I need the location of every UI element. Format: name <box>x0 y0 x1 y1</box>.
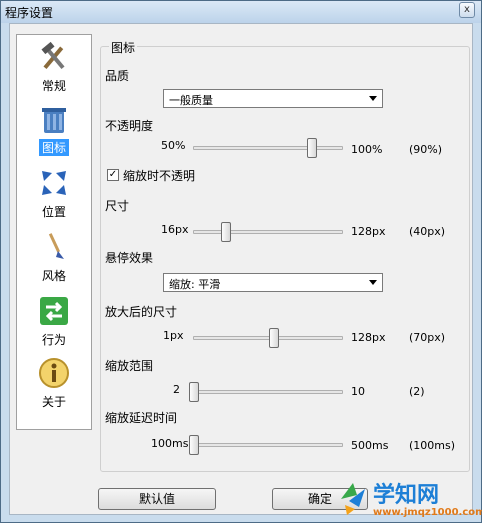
quality-select-value: 一般质量 <box>169 94 213 107</box>
zoom-delay-label: 缩放延迟时间 <box>105 411 178 425</box>
exchange-arrows-icon <box>40 297 68 325</box>
watermark-url: www.jmqz1000.com <box>373 507 482 518</box>
paintbrush-icon <box>48 233 64 259</box>
zoom-opaque-checkbox[interactable]: ✓ <box>107 169 119 181</box>
sidebar-item-style[interactable]: 风格 <box>17 231 91 291</box>
zoomed-size-slider[interactable] <box>193 328 343 348</box>
zoomed-size-label: 放大后的尺寸 <box>105 305 178 319</box>
quality-label: 品质 <box>105 69 130 83</box>
group-title: 图标 <box>109 39 138 56</box>
sidebar-item-general[interactable]: 常规 <box>17 41 91 101</box>
hover-effect-select-value: 缩放: 平滑 <box>169 278 221 291</box>
size-label: 尺寸 <box>105 199 130 213</box>
zoomed-size-slider-thumb[interactable] <box>269 328 280 348</box>
opacity-min-label: 50% <box>161 139 186 152</box>
zoom-delay-slider-thumb[interactable] <box>189 435 199 455</box>
watermark-logo-icon <box>341 483 365 515</box>
hover-effect-label: 悬停效果 <box>105 251 154 265</box>
zoom-delay-min-label: 100ms <box>151 437 189 450</box>
size-min-label: 16px <box>161 223 189 236</box>
zoom-range-slider[interactable] <box>189 382 343 402</box>
opacity-value: (90%) <box>409 143 443 156</box>
window-title: 程序设置 <box>5 6 54 20</box>
hover-effect-select[interactable]: 缩放: 平滑 <box>163 273 383 292</box>
sidebar-item-label: 风格 <box>41 269 66 283</box>
zoom-range-label: 缩放范围 <box>105 359 154 373</box>
icon-settings-group: 图标 品质 一般质量 不透明度 50% 100% (90%) ✓ 缩放时不透明 … <box>100 39 470 472</box>
zoom-range-slider-thumb[interactable] <box>189 382 199 402</box>
zoom-delay-value: (100ms) <box>409 439 456 452</box>
sidebar-item-label: 行为 <box>41 333 66 347</box>
zoom-delay-slider[interactable] <box>189 435 343 455</box>
opacity-slider-thumb[interactable] <box>307 138 318 158</box>
watermark-title: 学知网 <box>373 483 440 508</box>
size-slider-thumb[interactable] <box>220 222 231 242</box>
sidebar-item-behavior[interactable]: 行为 <box>17 295 91 355</box>
zoomed-size-value: (70px) <box>409 331 446 344</box>
sidebar-item-label: 常规 <box>41 79 66 93</box>
close-button[interactable]: x <box>459 2 475 18</box>
opacity-max-label: 100% <box>351 143 383 156</box>
sidebar-item-label: 位置 <box>41 205 66 219</box>
sidebar-item-position[interactable]: 位置 <box>17 167 91 227</box>
opacity-label: 不透明度 <box>105 119 154 133</box>
zoom-range-max-label: 10 <box>351 385 365 398</box>
zoom-opaque-label[interactable]: 缩放时不透明 <box>123 167 195 184</box>
quality-select[interactable]: 一般质量 <box>163 89 383 108</box>
recycle-bin-icon <box>42 108 66 133</box>
zoom-range-value: (2) <box>409 385 425 398</box>
title-bar[interactable]: 程序设置 x <box>1 1 481 23</box>
default-button[interactable]: 默认值 <box>98 488 216 510</box>
zoom-delay-max-label: 500ms <box>351 439 389 452</box>
sidebar-item-label: 图标 <box>39 139 69 156</box>
dropdown-arrow-icon <box>369 96 377 101</box>
move-arrows-icon <box>42 171 66 195</box>
size-value: (40px) <box>409 225 446 238</box>
sidebar-item-about[interactable]: 关于 <box>17 357 91 417</box>
size-max-label: 128px <box>351 225 386 238</box>
client-area: 常规 图标 位置 风格 行为 关于 图标 品质 一般质量 不透明度 50% 10… <box>9 23 473 515</box>
site-watermark: 学知网 www.jmqz1000.com <box>333 473 482 524</box>
info-icon <box>39 358 69 388</box>
zoomed-size-max-label: 128px <box>351 331 386 344</box>
tools-icon <box>41 41 65 70</box>
sidebar-item-label: 关于 <box>41 395 66 409</box>
size-slider[interactable] <box>193 222 343 242</box>
settings-window: 程序设置 x 常规 图标 位置 风格 行为 关于 图标 品质 一般质量 不透明度… <box>0 0 482 523</box>
sidebar-item-icon[interactable]: 图标 <box>17 103 91 163</box>
dropdown-arrow-icon <box>369 280 377 285</box>
category-sidebar: 常规 图标 位置 风格 行为 关于 <box>16 34 92 430</box>
opacity-slider[interactable] <box>193 138 343 158</box>
zoomed-size-min-label: 1px <box>163 329 184 342</box>
zoom-range-min-label: 2 <box>173 383 180 396</box>
